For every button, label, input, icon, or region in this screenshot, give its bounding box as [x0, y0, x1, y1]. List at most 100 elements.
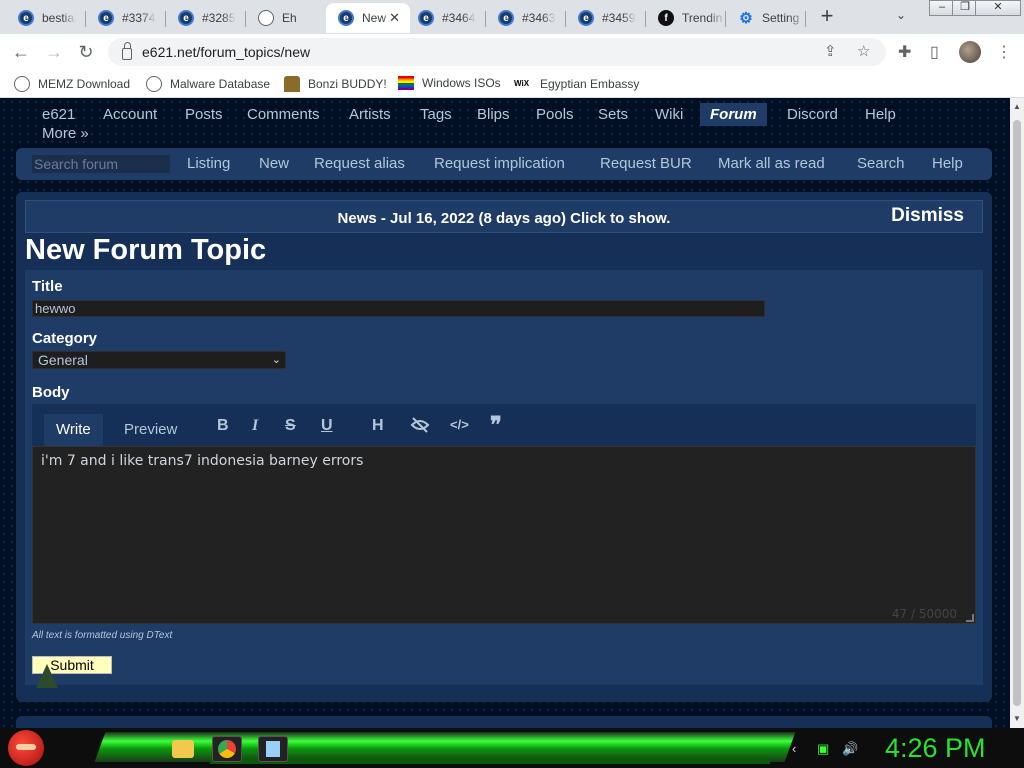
nav-e621[interactable]: e621 — [42, 106, 75, 123]
browser-tab[interactable]: e #34638 — [486, 4, 566, 32]
subnav-listing[interactable]: Listing — [187, 155, 230, 172]
forward-icon[interactable]: → — [42, 40, 66, 64]
category-value: General — [38, 352, 88, 368]
italic-button[interactable]: I — [252, 417, 258, 435]
browser-tab[interactable]: e #32850 — [166, 4, 246, 32]
browser-tab[interactable]: e #34590 — [566, 4, 646, 32]
dismiss-button[interactable]: Dismiss — [891, 205, 964, 227]
tab-title: Trendin — [682, 11, 723, 25]
back-icon[interactable]: ← — [9, 40, 33, 64]
chrome-icon[interactable] — [212, 736, 242, 762]
subnav-request-bur[interactable]: Request BUR — [600, 155, 692, 172]
scroll-up-icon[interactable]: ▲ — [1013, 102, 1021, 111]
tab-title: Eh — [282, 11, 297, 25]
tab-preview[interactable]: Preview — [112, 414, 189, 446]
side-panel-icon[interactable]: ▯ — [930, 42, 939, 62]
browser-tab[interactable]: f Trendin — [646, 4, 726, 32]
close-icon[interactable]: ✕ — [389, 10, 400, 26]
dtext-hint: All text is formatted using DText — [32, 630, 172, 641]
quote-icon[interactable]: ❞ — [490, 412, 502, 438]
avatar[interactable] — [959, 41, 981, 63]
bookmark-label: Windows ISOs — [422, 76, 501, 90]
address-bar[interactable]: e621.net/forum_topics/new ⇪ ☆ — [108, 38, 886, 66]
start-button[interactable] — [8, 730, 44, 766]
bookmark-egyptian-embassy[interactable]: WiX Egyptian Embassy — [514, 76, 639, 92]
nav-wiki[interactable]: Wiki — [655, 106, 683, 123]
news-text[interactable]: News - Jul 16, 2022 (8 days ago) Click t… — [26, 210, 982, 227]
globe-icon — [146, 76, 162, 92]
nav-discord[interactable]: Discord — [787, 106, 838, 123]
nav-comments[interactable]: Comments — [247, 106, 320, 123]
network-icon[interactable]: ▣ — [817, 741, 829, 757]
tab-write[interactable]: Write — [44, 414, 103, 446]
browser-tab[interactable]: e #34648 — [406, 4, 486, 32]
bookmark-bonzi[interactable]: Bonzi BUDDY! — [284, 76, 387, 92]
browser-tab[interactable]: Eh — [246, 4, 326, 32]
chevron-down-icon: ⌄ — [271, 354, 281, 366]
mouse-cursor-icon — [36, 664, 58, 688]
facebook-icon: f — [658, 10, 674, 26]
scrollbar-thumb[interactable] — [1013, 120, 1021, 706]
browser-toolbar: ← → ↻ e621.net/forum_topics/new ⇪ ☆ ✚ ▯ … — [0, 34, 1024, 70]
nav-more[interactable]: More » — [42, 125, 89, 142]
e621-icon: e — [338, 10, 354, 26]
star-icon[interactable]: ☆ — [857, 42, 870, 60]
subnav-help[interactable]: Help — [932, 155, 963, 172]
browser-tab[interactable]: e #33748 — [86, 4, 166, 32]
nav-artists[interactable]: Artists — [349, 106, 391, 123]
editor-tabs: Write Preview B I S U H </> ❞ — [32, 404, 976, 446]
nav-account[interactable]: Account — [103, 106, 157, 123]
strikethrough-button[interactable]: S — [285, 417, 296, 435]
new-tab-button[interactable]: + — [815, 5, 839, 29]
nav-forum[interactable]: Forum — [700, 103, 767, 126]
dtext-link[interactable]: DText — [147, 630, 173, 641]
bold-button[interactable]: B — [217, 417, 229, 435]
resize-handle[interactable] — [966, 614, 974, 622]
menu-icon[interactable]: ⋮ — [996, 42, 1012, 62]
spoiler-icon[interactable] — [410, 417, 430, 438]
subnav-request-implication[interactable]: Request implication — [434, 155, 565, 172]
category-select[interactable]: General ⌄ — [32, 351, 286, 369]
underline-button[interactable]: U — [321, 417, 333, 435]
bookmark-memz[interactable]: MEMZ Download — [14, 76, 130, 92]
browser-tab-active[interactable]: e New ✕ — [326, 3, 410, 33]
code-icon[interactable]: </> — [450, 417, 469, 432]
scroll-down-icon[interactable]: ▼ — [1013, 714, 1021, 723]
dtext-editor: Write Preview B I S U H </> ❞ i'm 7 and … — [32, 404, 976, 624]
chevron-down-icon[interactable]: ⌄ — [896, 8, 906, 22]
nav-pools[interactable]: Pools — [536, 106, 574, 123]
globe-icon — [258, 10, 274, 26]
browser-tab[interactable]: e bestial — [6, 4, 86, 32]
subnav-search[interactable]: Search — [857, 155, 905, 172]
bonzi-icon — [284, 76, 300, 92]
bookmarks-bar: MEMZ Download Malware Database Bonzi BUD… — [0, 70, 1024, 98]
reload-icon[interactable]: ↻ — [74, 40, 98, 64]
extensions-icon[interactable]: ✚ — [898, 42, 911, 62]
browser-tab[interactable]: ⚙ Setting — [726, 4, 806, 32]
nav-tags[interactable]: Tags — [420, 106, 452, 123]
bookmark-malware[interactable]: Malware Database — [146, 76, 270, 92]
share-icon[interactable]: ⇪ — [824, 42, 837, 60]
lock-icon[interactable] — [122, 42, 132, 60]
tray-arrow-icon[interactable]: ‹ — [792, 741, 796, 756]
subnav-new[interactable]: New — [259, 155, 289, 172]
clock[interactable]: 4:26 PM — [885, 733, 986, 764]
heading-button[interactable]: H — [372, 417, 384, 435]
nav-blips[interactable]: Blips — [477, 106, 510, 123]
title-input[interactable] — [32, 300, 765, 317]
subnav-request-alias[interactable]: Request alias — [314, 155, 405, 172]
bookmark-windows-isos[interactable]: Windows ISOs — [398, 76, 501, 90]
nav-sets[interactable]: Sets — [598, 106, 628, 123]
nav-help[interactable]: Help — [865, 106, 896, 123]
volume-icon[interactable]: 🔊 — [842, 741, 858, 757]
notepad-icon[interactable] — [258, 736, 288, 762]
close-window-button[interactable]: ✕ — [975, 0, 1021, 16]
search-forum-input[interactable] — [32, 155, 170, 173]
body-textarea[interactable]: i'm 7 and i like trans7 indonesia barney… — [32, 446, 976, 624]
news-banner[interactable]: News - Jul 16, 2022 (8 days ago) Click t… — [25, 200, 983, 233]
globe-icon — [14, 76, 30, 92]
vertical-scrollbar[interactable]: ▲ ▼ — [1010, 98, 1024, 728]
subnav-mark-all-read[interactable]: Mark all as read — [718, 155, 825, 172]
nav-posts[interactable]: Posts — [185, 106, 223, 123]
file-explorer-icon[interactable] — [172, 740, 194, 758]
